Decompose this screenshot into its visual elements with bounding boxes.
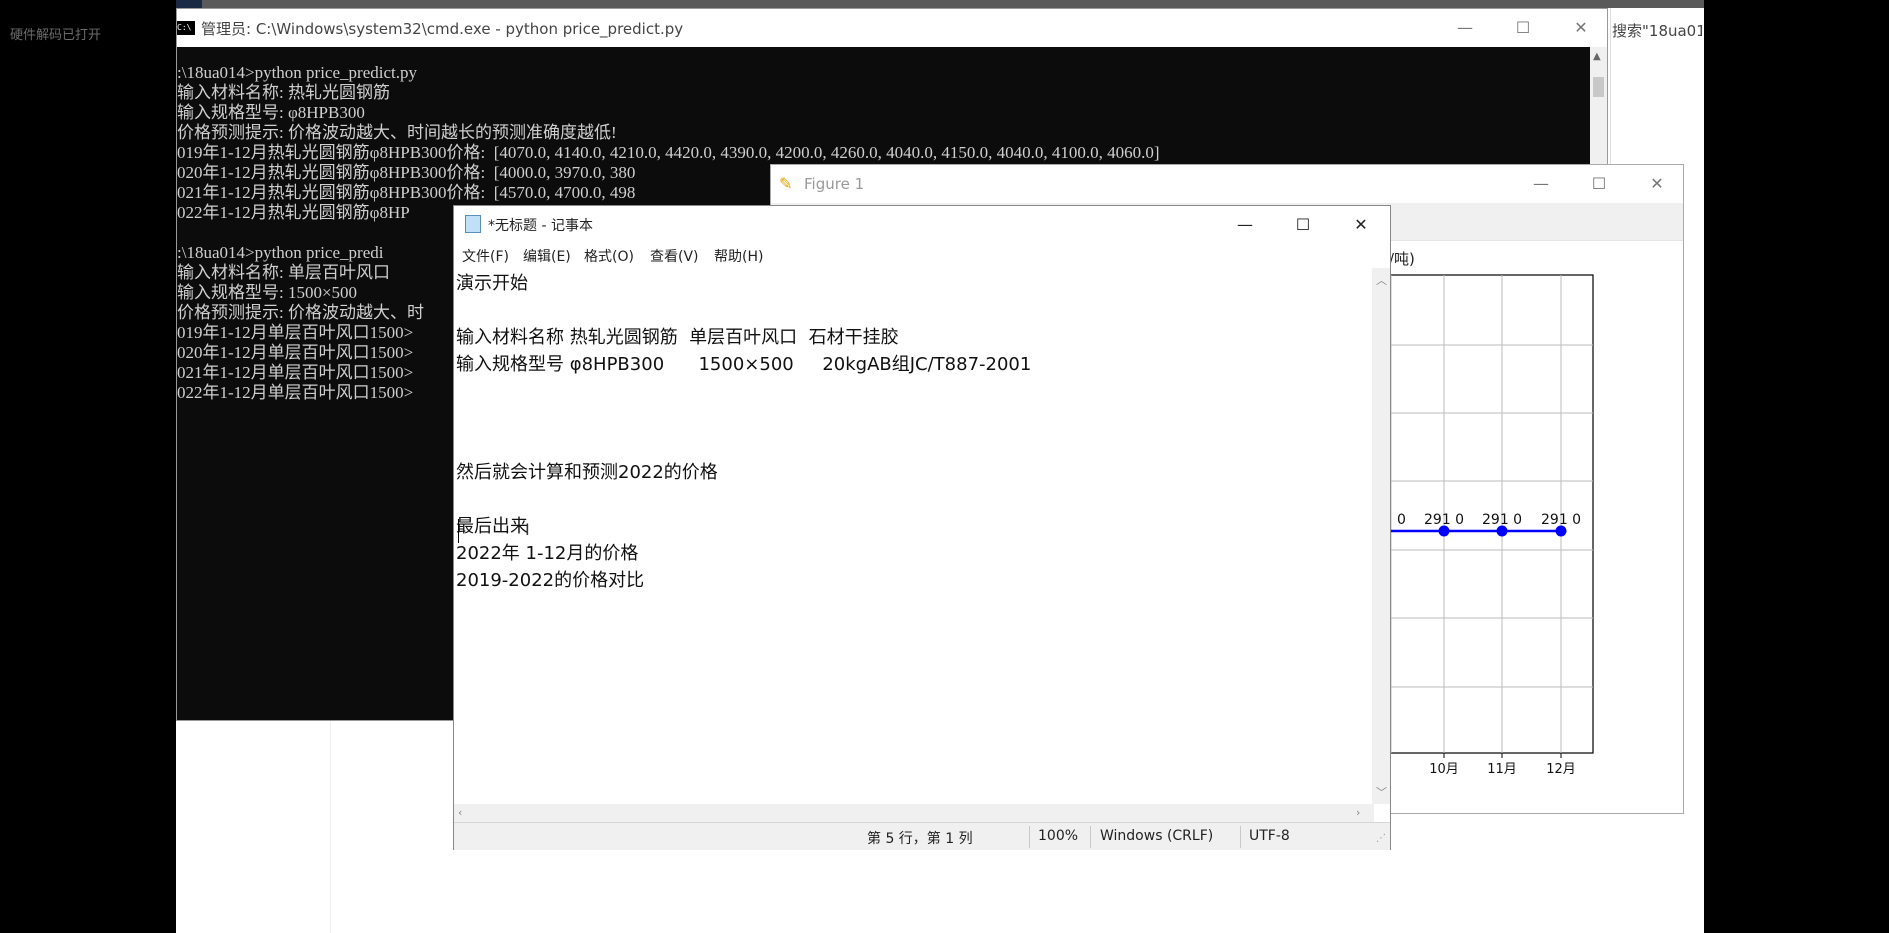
- notepad-titlebar[interactable]: *无标题 - 记事本 — ☐ ✕: [454, 206, 1390, 242]
- notepad-text-area[interactable]: 演示开始输入材料名称 热轧光圆钢筋 单层百叶风口 石材干挂胶输入规格型号 φ8H…: [456, 268, 1370, 804]
- ibeam-cursor-icon: I: [525, 520, 530, 539]
- console-line: 价格预测提示: 价格波动越大、时间越长的预测准确度越低!: [177, 123, 617, 142]
- text-caret: [458, 519, 459, 543]
- notepad-window[interactable]: *无标题 - 记事本 — ☐ ✕ 文件(F) 编辑(E) 格式(O) 查看(V)…: [453, 205, 1391, 850]
- background-divider: [330, 720, 331, 933]
- status-separator: [1090, 826, 1091, 848]
- figure-minimize-button[interactable]: —: [1512, 165, 1570, 203]
- data-label: 0: [1397, 512, 1406, 528]
- notepad-statusbar: 第 5 行，第 1 列 100% Windows (CRLF) UTF-8 ⋰: [454, 822, 1390, 850]
- status-separator: [1240, 826, 1241, 848]
- left-black-margin: 硬件解码已打开: [0, 0, 176, 933]
- menu-file[interactable]: 文件(F): [462, 246, 509, 266]
- menu-format[interactable]: 格式(O): [584, 246, 634, 266]
- cmd-close-button[interactable]: ✕: [1552, 9, 1610, 47]
- console-line: 输入规格型号: 1500×500: [177, 283, 358, 302]
- figure-title: Figure 1: [804, 175, 865, 193]
- cmd-icon: C:\: [177, 21, 195, 35]
- notepad-menubar: 文件(F) 编辑(E) 格式(O) 查看(V) 帮助(H): [454, 242, 1390, 268]
- text-line: 2019-2022的价格对比: [456, 570, 645, 591]
- console-line: :\18ua014>python price_predi: [177, 243, 384, 262]
- scroll-left-arrow-icon[interactable]: ‹: [458, 806, 462, 819]
- menu-view[interactable]: 查看(V): [650, 246, 699, 266]
- cmd-titlebar[interactable]: C:\ 管理员: C:\Windows\system32\cmd.exe - p…: [177, 9, 1607, 47]
- status-encoding: UTF-8: [1249, 828, 1290, 844]
- figure-titlebar[interactable]: ✎ Figure 1 — ☐ ✕: [771, 165, 1683, 203]
- notepad-icon: [465, 215, 481, 233]
- cmd-scroll-thumb[interactable]: [1593, 77, 1604, 97]
- figure-close-button[interactable]: ✕: [1628, 165, 1686, 203]
- resize-grip-icon[interactable]: ⋰: [1376, 833, 1386, 844]
- console-line: 输入材料名称: 单层百叶风口: [177, 263, 390, 282]
- console-line: 020年1-12月单层百叶风口1500>: [177, 343, 414, 362]
- text-line: 然后就会计算和预测2022的价格: [456, 462, 718, 483]
- console-line: 价格预测提示: 价格波动越大、时: [177, 303, 424, 322]
- notepad-vertical-scrollbar[interactable]: ︿ ﹀: [1372, 268, 1390, 804]
- x-tick-label: 10月: [1429, 762, 1459, 777]
- x-tick-label: 12月: [1546, 762, 1576, 777]
- status-zoom: 100%: [1038, 828, 1079, 844]
- top-bar-tab: [176, 0, 202, 8]
- notepad-close-button[interactable]: ✕: [1332, 206, 1390, 244]
- text-line: 演示开始: [456, 273, 528, 294]
- data-label: 291 0: [1482, 512, 1522, 528]
- x-tick-label: 11月: [1487, 762, 1517, 777]
- data-label: 291 0: [1541, 512, 1581, 528]
- status-line-ending: Windows (CRLF): [1100, 828, 1214, 844]
- menu-help[interactable]: 帮助(H): [714, 246, 763, 266]
- cmd-maximize-button[interactable]: ☐: [1494, 9, 1552, 47]
- notepad-maximize-button[interactable]: ☐: [1274, 206, 1332, 244]
- text-line: 最后出来: [456, 516, 528, 537]
- cmd-title: 管理员: C:\Windows\system32\cmd.exe - pytho…: [201, 20, 684, 38]
- console-line: :\18ua014>python price_predict.py: [177, 63, 417, 82]
- console-line: 021年1-12月单层百叶风口1500>: [177, 363, 414, 382]
- notepad-horizontal-scrollbar[interactable]: ‹ ›: [454, 804, 1374, 822]
- status-cursor-position: 第 5 行，第 1 列: [867, 831, 973, 847]
- hardware-decode-label: 硬件解码已打开: [10, 28, 102, 43]
- console-line: 022年1-12月单层百叶风口1500>: [177, 383, 414, 402]
- data-label: 291 0: [1424, 512, 1464, 528]
- text-line: 输入材料名称 热轧光圆钢筋 单层百叶风口 石材干挂胶: [456, 327, 899, 348]
- figure-maximize-button[interactable]: ☐: [1570, 165, 1628, 203]
- y-axis-label: /吨): [1389, 250, 1415, 268]
- console-line: 020年1-12月热轧光圆钢筋φ8HPB300价格: [4000.0, 3970…: [177, 163, 636, 182]
- top-bar: [176, 0, 1704, 8]
- scroll-up-arrow-icon[interactable]: ︿: [1376, 272, 1387, 288]
- scroll-up-arrow-icon[interactable]: ▲: [1593, 51, 1601, 62]
- console-line: 021年1-12月热轧光圆钢筋φ8HPB300价格: [4570.0, 4700…: [177, 183, 636, 202]
- console-line: 输入规格型号: φ8HPB300: [177, 103, 365, 122]
- menu-edit[interactable]: 编辑(E): [523, 246, 571, 266]
- cmd-minimize-button[interactable]: —: [1436, 9, 1494, 47]
- scroll-down-arrow-icon[interactable]: ﹀: [1376, 784, 1387, 800]
- scroll-right-arrow-icon[interactable]: ›: [1356, 806, 1360, 819]
- text-line: 2022年 1-12月的价格: [456, 543, 639, 564]
- text-line: 输入规格型号 φ8HPB300 1500×500 20kgAB组JC/T887-…: [456, 354, 1032, 375]
- console-line: 019年1-12月单层百叶风口1500>: [177, 323, 414, 342]
- explorer-search-box[interactable]: 搜索"18ua014": [1612, 20, 1702, 41]
- console-line: 输入材料名称: 热轧光圆钢筋: [177, 83, 390, 102]
- notepad-title: *无标题 - 记事本: [488, 218, 593, 234]
- status-separator: [1029, 826, 1030, 848]
- figure-app-icon: ✎: [779, 174, 793, 193]
- notepad-minimize-button[interactable]: —: [1216, 206, 1274, 244]
- console-line: 019年1-12月热轧光圆钢筋φ8HPB300价格: [4070.0, 4140…: [177, 143, 1160, 162]
- console-line: 022年1-12月热轧光圆钢筋φ8HP: [177, 203, 410, 222]
